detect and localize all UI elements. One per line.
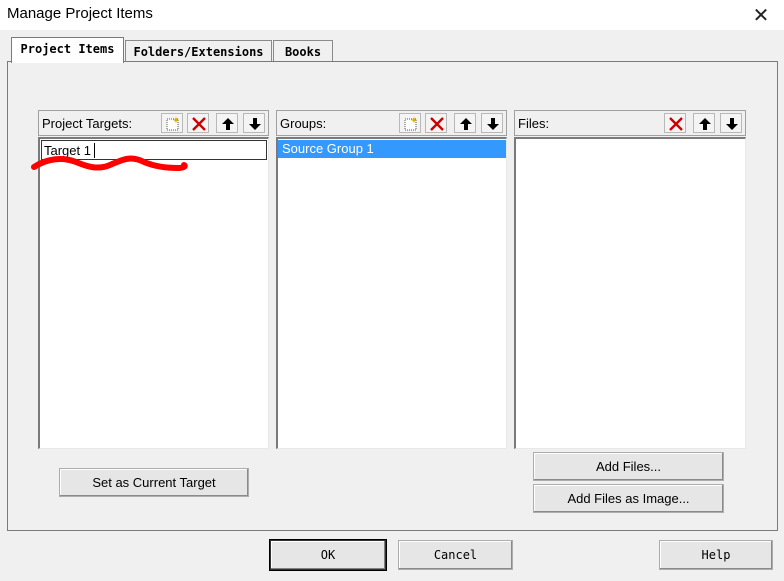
arrow-up-icon [699,118,711,130]
close-button[interactable]: ✕ [748,2,774,28]
add-files-button[interactable]: Add Files... [533,452,724,481]
add-files-as-image-button[interactable]: Add Files as Image... [533,484,724,513]
groups-up-button[interactable] [454,113,476,133]
groups-new-button[interactable] [399,113,421,133]
new-item-icon [166,117,179,131]
files-delete-button[interactable] [664,113,686,133]
arrow-down-icon [726,118,738,130]
ok-button[interactable]: OK [270,540,386,570]
files-label: Files: [518,116,550,131]
files-header: Files: [514,110,746,136]
targets-down-button[interactable] [243,113,265,133]
arrow-up-icon [460,118,472,130]
targets-header: Project Targets: [38,110,269,136]
arrow-up-icon [222,118,234,130]
delete-icon [192,117,206,131]
targets-up-button[interactable] [216,113,238,133]
arrow-down-icon [249,118,261,130]
set-current-target-button[interactable]: Set as Current Target [59,468,249,497]
groups-list[interactable]: Source Group 1 [276,137,507,449]
targets-label: Project Targets: [42,116,133,131]
new-item-icon [404,117,417,131]
list-item-selected[interactable]: Source Group 1 [278,140,506,158]
active-tab-join [12,61,123,63]
files-down-button[interactable] [720,113,742,133]
red-annotation-scribble [31,155,188,171]
targets-new-button[interactable] [161,113,183,133]
group-item-label: Source Group 1 [282,141,374,156]
targets-list[interactable]: Target 1 [38,137,269,449]
delete-icon [669,117,683,131]
title-bar: Manage Project Items ✕ [0,0,784,30]
groups-delete-button[interactable] [425,113,447,133]
files-list[interactable] [514,137,746,449]
groups-header: Groups: [276,110,507,136]
files-up-button[interactable] [693,113,715,133]
cancel-button[interactable]: Cancel [398,540,513,570]
delete-icon [430,117,444,131]
window-title: Manage Project Items [7,5,153,22]
groups-down-button[interactable] [481,113,503,133]
groups-label: Groups: [280,116,327,131]
arrow-down-icon [487,118,499,130]
help-button[interactable]: Help [659,540,773,570]
tab-project-items[interactable]: Project Items [11,37,124,63]
targets-delete-button[interactable] [187,113,209,133]
